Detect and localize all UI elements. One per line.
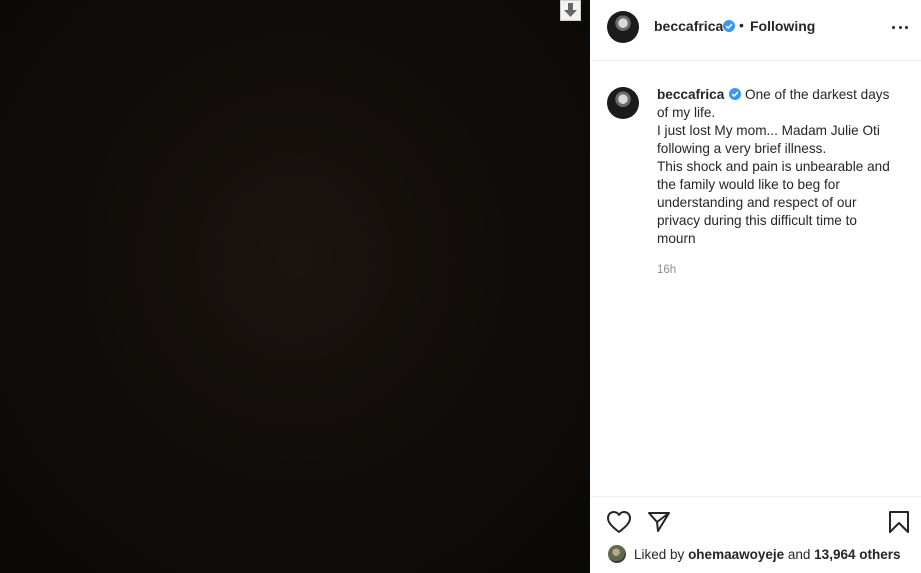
paper-plane-icon — [648, 512, 670, 532]
caption-first-line: beccafrica One of the darkest days — [657, 86, 905, 104]
caption-line: I just lost My mom... Madam Julie Oti — [657, 123, 880, 138]
download-arrow-icon — [564, 3, 577, 17]
caption-username[interactable]: beccafrica — [657, 87, 724, 102]
caption-line: This shock and pain is unbearable and — [657, 159, 890, 174]
caption-line: mourn — [657, 231, 696, 246]
post-header: beccafrica • Following — [590, 0, 921, 61]
liked-by-user[interactable]: ohemaawoyeje — [688, 547, 784, 562]
caption-line: understanding and respect of our — [657, 195, 857, 210]
liked-and-label: and — [787, 546, 811, 562]
header-username[interactable]: beccafrica — [654, 18, 723, 34]
download-button[interactable] — [560, 0, 581, 21]
verified-badge-icon — [723, 20, 735, 32]
header-separator: • — [739, 17, 744, 33]
caption-line: One of the darkest days — [745, 87, 890, 102]
heart-icon — [607, 511, 631, 533]
avatar[interactable] — [607, 11, 639, 43]
save-button[interactable] — [886, 509, 912, 535]
following-button[interactable]: Following — [750, 18, 815, 34]
caption-line: following a very brief illness. — [657, 141, 827, 156]
post-actions: Liked by ohemaawoyeje and 13,964 others — [590, 496, 921, 573]
liked-by-summary: Liked by ohemaawoyeje and 13,964 others — [608, 543, 918, 565]
instagram-post: beccafrica • Following beccafrica One of… — [0, 0, 921, 573]
likes-count[interactable]: 13,964 others — [814, 547, 900, 562]
bookmark-icon — [889, 511, 909, 533]
caption-line: of my life. — [657, 105, 716, 120]
more-options-icon[interactable] — [892, 25, 908, 29]
verified-badge-icon — [729, 88, 742, 100]
post-timestamp[interactable]: 16h — [657, 264, 676, 276]
share-button[interactable] — [646, 509, 672, 535]
post-sidebar: beccafrica • Following beccafrica One of… — [590, 0, 921, 573]
liked-by-label: Liked by — [634, 546, 685, 562]
liker-avatar[interactable] — [608, 545, 626, 563]
verified-badge — [720, 18, 735, 36]
caption-text: beccafrica One of the darkest days of my… — [657, 86, 905, 248]
caption-line: the family would like to beg for — [657, 177, 840, 192]
post-media[interactable] — [0, 0, 590, 573]
like-button[interactable] — [606, 509, 632, 535]
caption-line: privacy during this difficult time to — [657, 213, 857, 228]
caption-avatar[interactable] — [607, 87, 639, 119]
